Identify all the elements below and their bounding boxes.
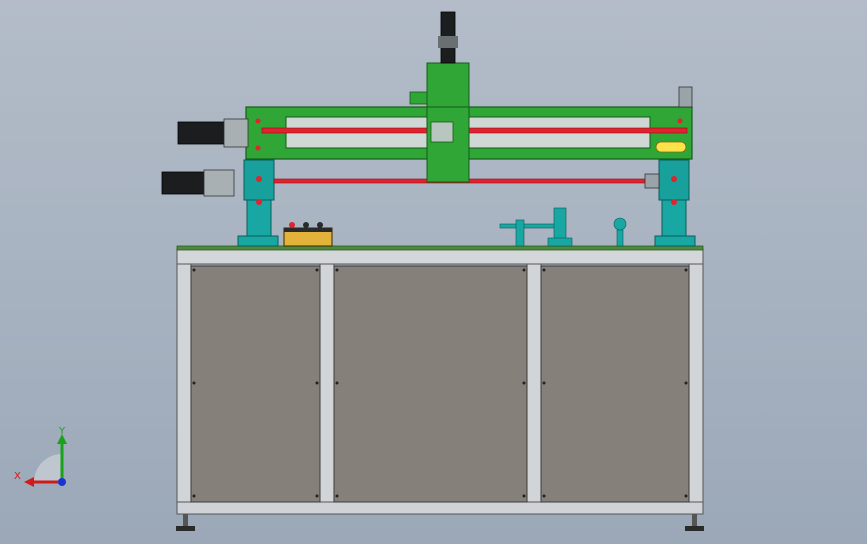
z-axis-point bbox=[58, 478, 66, 486]
y-axis-label: Y bbox=[58, 426, 66, 437]
orientation-triad: Y X bbox=[14, 426, 67, 487]
cad-3d-viewport[interactable]: Y X bbox=[0, 0, 867, 544]
x-axis-label: X bbox=[14, 471, 21, 482]
